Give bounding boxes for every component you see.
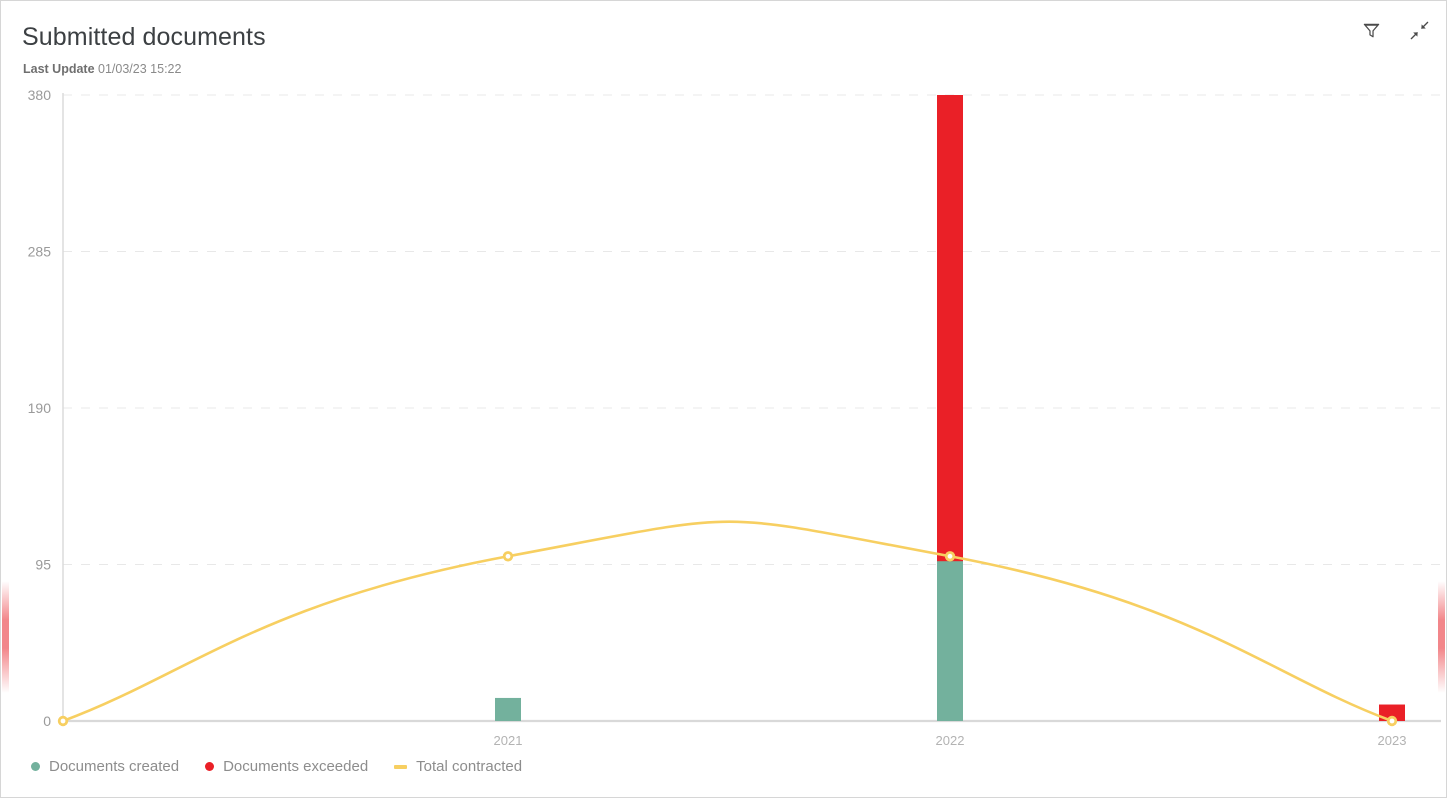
x-axis-tick-label: 2023: [1378, 733, 1407, 748]
collapse-button[interactable]: [1406, 17, 1432, 43]
legend-item-label: Total contracted: [416, 758, 523, 775]
submitted-documents-card: Submitted documents Last Update 01/03/23…: [0, 0, 1447, 798]
y-axis-tick-label: 285: [28, 244, 52, 260]
legend-marker-icon: [394, 764, 408, 769]
x-axis-tick-label: 2021: [494, 733, 523, 748]
chart-plot-area: 0 95 190 285 380 2021 2022 2023: [1, 81, 1446, 797]
card-header: Submitted documents Last Update 01/03/23…: [1, 1, 1446, 81]
chart-legend: Documents created Documents exceeded Total…: [31, 758, 522, 775]
bar-documents-created[interactable]: [937, 561, 963, 721]
line-data-point-marker-center: [60, 718, 66, 724]
last-update-value: 01/03/23 15:22: [98, 62, 182, 76]
line-total-contracted[interactable]: [61, 520, 1394, 723]
submitted-documents-chart: 0 95 190 285 380 2021 2022 2023: [28, 87, 1441, 748]
last-update-label: Last Update: [23, 62, 95, 76]
legend-marker-icon: [205, 762, 215, 771]
y-axis-tick-label: 190: [28, 400, 52, 416]
legend-marker-icon: [31, 762, 40, 771]
collapse-diagonal-arrows-icon: [1410, 21, 1428, 39]
legend-item-label: Documents created: [49, 758, 180, 775]
bar-documents-created[interactable]: [495, 697, 521, 721]
line-data-point-marker-center: [947, 553, 953, 559]
legend-item[interactable]: Documents exceeded: [205, 758, 368, 775]
y-axis-tick-label: 380: [28, 87, 52, 103]
legend-item[interactable]: Total contracted: [394, 758, 522, 775]
legend-item-label: Documents exceeded: [223, 758, 369, 775]
x-axis-tick-label: 2022: [936, 733, 965, 748]
line-data-point-marker-center: [1389, 718, 1395, 724]
legend-item[interactable]: Documents created: [31, 758, 179, 775]
filter-funnel-icon: [1363, 23, 1379, 37]
page-title: Submitted documents: [22, 23, 266, 51]
last-update-line: Last Update 01/03/23 15:22: [23, 62, 181, 76]
y-axis-tick-label: 95: [35, 557, 51, 573]
line-data-point-marker-center: [505, 553, 511, 559]
y-axis-tick-label: 0: [43, 713, 51, 729]
card-header-actions: [1358, 17, 1432, 43]
filter-button[interactable]: [1358, 17, 1384, 43]
